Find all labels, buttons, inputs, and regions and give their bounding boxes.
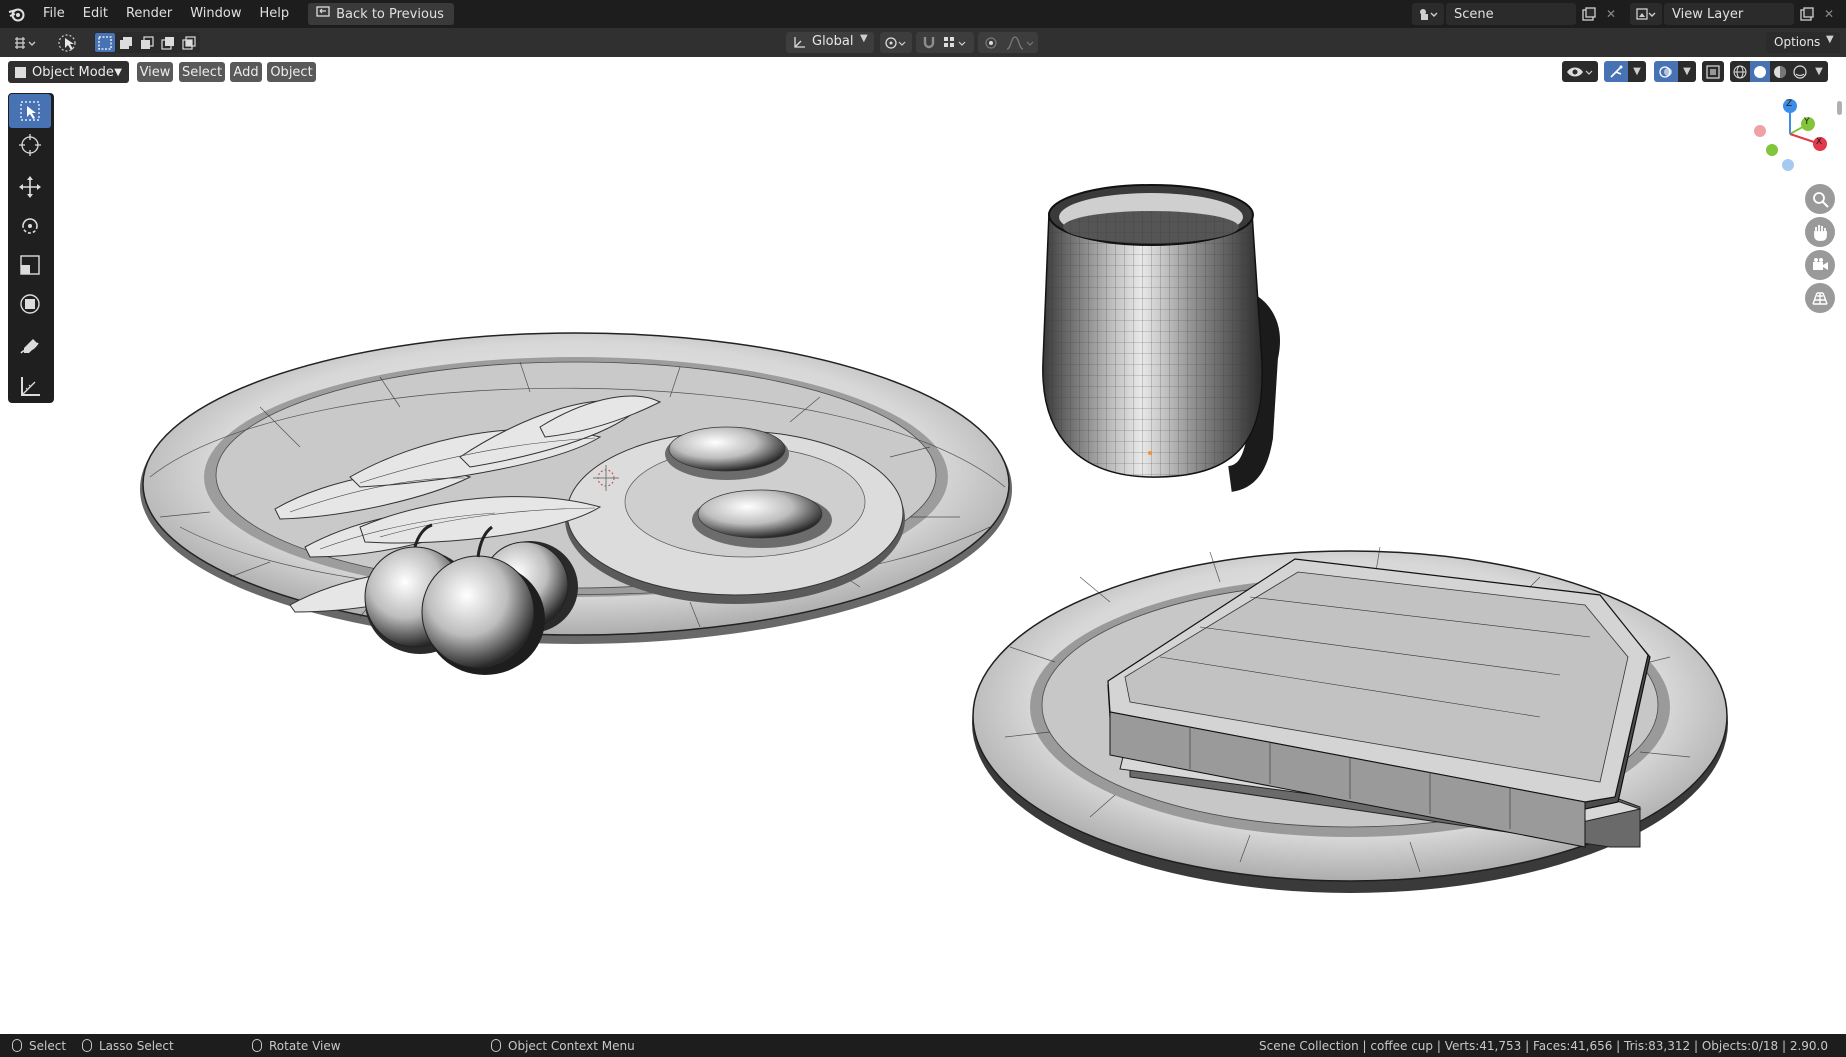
rotate-tool[interactable]	[9, 209, 51, 243]
menu-edit[interactable]: Edit	[74, 0, 117, 28]
scene-browse-icon[interactable]	[1412, 3, 1444, 25]
move-tool[interactable]	[9, 170, 51, 204]
scene-statistics: Scene Collection | coffee cup | Verts:41…	[1259, 1034, 1828, 1057]
scene-name-field[interactable]: Scene	[1446, 3, 1576, 25]
select-subtract-icon[interactable]	[137, 33, 157, 52]
add-menu-button[interactable]: Add	[230, 62, 262, 82]
left-plate	[140, 332, 1012, 675]
overlays-toggle-icon[interactable]	[1654, 61, 1678, 82]
falloff-curve-icon[interactable]	[1003, 33, 1037, 52]
back-to-previous-label: Back to Previous	[336, 6, 444, 22]
3d-viewport[interactable]: Object Mode ▼ View Select Add Object ▼ ▼…	[0, 57, 1846, 1034]
view-menu-button[interactable]: View	[137, 62, 173, 82]
select-menu-button[interactable]: Select	[179, 62, 225, 82]
status-bar: Select Lasso Select Rotate View Object C…	[0, 1034, 1846, 1057]
visibility-eye-icon[interactable]	[1562, 61, 1598, 82]
screen-icon	[316, 6, 330, 22]
options-chevron-icon: ▼	[1826, 34, 1834, 45]
view-menu-label: View	[139, 64, 171, 80]
shading-dropdown-icon[interactable]: ▼	[1810, 61, 1828, 82]
gizmo-y-label: Y	[1804, 117, 1810, 127]
object-mode-label: Object Mode	[32, 64, 114, 80]
select-intersect-icon[interactable]	[179, 33, 199, 52]
status-rotate-hint: Rotate View	[252, 1034, 341, 1057]
snap-magnet-icon[interactable]	[918, 33, 940, 52]
solid-shading-icon[interactable]	[1750, 61, 1770, 82]
drag-mouse-icon	[82, 1039, 92, 1052]
view-layer-browse-icon[interactable]	[1630, 3, 1662, 25]
status-rotate-label: Rotate View	[269, 1038, 341, 1053]
transform-tool[interactable]	[9, 287, 51, 321]
gizmo-dropdown-icon[interactable]: ▼	[1628, 61, 1646, 82]
object-menu-button[interactable]: Object	[267, 62, 316, 82]
close-view-layer-icon[interactable]: ✕	[1819, 3, 1839, 25]
back-to-previous-button[interactable]: Back to Previous	[308, 3, 454, 25]
view-layer-field[interactable]: View Layer	[1664, 3, 1794, 25]
snap-increment-icon[interactable]	[940, 33, 972, 52]
right-mouse-icon	[491, 1039, 501, 1052]
mode-chevron-icon: ▼	[114, 66, 122, 78]
menu-window[interactable]: Window	[181, 0, 250, 28]
editor-type-icon[interactable]	[8, 32, 42, 53]
gizmo-x-label: X	[1816, 137, 1823, 147]
add-menu-label: Add	[233, 64, 259, 80]
menu-file[interactable]: File	[34, 0, 74, 28]
close-scene-icon[interactable]: ✕	[1601, 3, 1621, 25]
new-scene-icon[interactable]	[1578, 3, 1600, 25]
select-menu-label: Select	[181, 64, 223, 80]
status-context-hint: Object Context Menu	[491, 1034, 635, 1057]
view-layer-label: View Layer	[1672, 6, 1744, 22]
pivot-point-icon	[882, 33, 910, 52]
overlays-dropdown-icon[interactable]: ▼	[1678, 61, 1696, 82]
material-shading-icon[interactable]	[1770, 61, 1790, 82]
menu-help[interactable]: Help	[251, 0, 299, 28]
status-select-hint: Select	[12, 1034, 66, 1057]
status-select-label: Select	[29, 1038, 67, 1053]
chevron-down-icon: ▼	[860, 33, 868, 44]
xray-toggle-icon[interactable]	[1702, 61, 1724, 82]
tool-header: Global ▼ Options ▼	[0, 28, 1846, 57]
blender-logo-icon[interactable]	[0, 0, 34, 28]
proportional-editing-icon[interactable]	[980, 33, 1002, 52]
scale-tool[interactable]	[9, 248, 51, 282]
rendered-shading-icon[interactable]	[1790, 61, 1810, 82]
orientation-axes-icon	[790, 34, 808, 52]
select-new-icon[interactable]	[95, 33, 115, 52]
orientation-label: Global	[812, 34, 854, 49]
active-tool-icon[interactable]	[54, 30, 80, 55]
cursor-tool[interactable]	[9, 128, 51, 162]
pan-hand-icon[interactable]	[1805, 217, 1835, 247]
viewport-scrollbar[interactable]	[1837, 101, 1842, 115]
camera-view-icon[interactable]	[1805, 250, 1835, 280]
measure-tool[interactable]	[9, 369, 51, 403]
left-mouse-icon	[12, 1039, 22, 1052]
middle-mouse-icon	[252, 1039, 262, 1052]
select-invert-icon[interactable]	[158, 33, 178, 52]
select-box-tool[interactable]	[9, 94, 51, 128]
object-mode-dropdown[interactable]: Object Mode ▼	[8, 61, 129, 83]
coffee-cup	[1042, 184, 1280, 492]
menu-render[interactable]: Render	[117, 0, 181, 28]
scene-render	[140, 184, 1728, 893]
status-lasso-hint: Lasso Select	[82, 1034, 174, 1057]
object-menu-label: Object	[270, 64, 313, 80]
gizmo-z-label: Z	[1786, 99, 1793, 109]
object-mode-icon	[15, 66, 26, 78]
right-plate	[972, 546, 1728, 893]
scene-statistics-label: Scene Collection | coffee cup | Verts:41…	[1258, 1038, 1828, 1053]
top-menu-bar: File Edit Render Window Help Back to Pre…	[0, 0, 1846, 28]
wireframe-shading-icon[interactable]	[1730, 61, 1750, 82]
perspective-grid-icon[interactable]	[1805, 283, 1835, 313]
gizmo-toggle-icon[interactable]	[1604, 61, 1628, 82]
new-view-layer-icon[interactable]	[1796, 3, 1818, 25]
select-extend-icon[interactable]	[116, 33, 136, 52]
status-lasso-label: Lasso Select	[99, 1038, 174, 1053]
annotate-tool[interactable]	[9, 330, 51, 364]
zoom-magnifier-icon[interactable]	[1805, 184, 1835, 214]
options-label: Options	[1774, 35, 1821, 49]
status-context-label: Object Context Menu	[508, 1038, 635, 1053]
scene-name-label: Scene	[1454, 6, 1494, 22]
